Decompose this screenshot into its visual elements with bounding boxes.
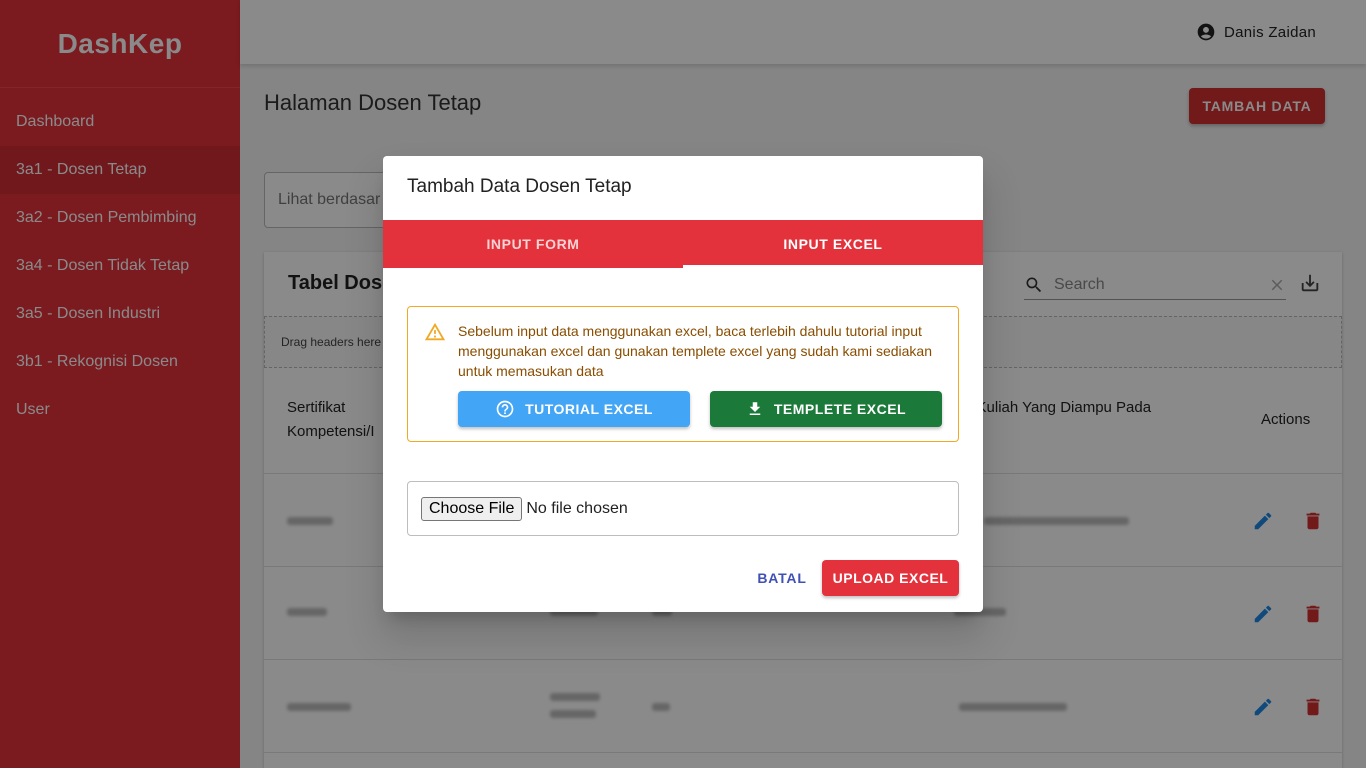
tutorial-excel-button[interactable]: TUTORIAL EXCEL [458, 391, 690, 427]
dialog-tabs: INPUT FORM INPUT EXCEL [383, 220, 983, 268]
tab-input-excel[interactable]: INPUT EXCEL [683, 220, 983, 268]
upload-excel-button[interactable]: UPLOAD EXCEL [822, 560, 959, 596]
template-excel-label: TEMPLETE EXCEL [773, 401, 907, 417]
file-input[interactable]: Choose File No file chosen [407, 481, 959, 536]
tab-input-form[interactable]: INPUT FORM [383, 220, 683, 268]
tutorial-excel-label: TUTORIAL EXCEL [525, 401, 653, 417]
download-icon [749, 402, 761, 415]
excel-warning-alert: Sebelum input data menggunakan excel, ba… [407, 306, 959, 442]
template-excel-button[interactable]: TEMPLETE EXCEL [710, 391, 942, 427]
help-circle-icon [496, 400, 514, 418]
alert-message: Sebelum input data menggunakan excel, ba… [458, 323, 932, 379]
warning-icon [424, 322, 446, 341]
add-dosen-dialog: Tambah Data Dosen Tetap INPUT FORM INPUT… [383, 156, 983, 612]
cancel-button[interactable]: BATAL [749, 560, 815, 596]
file-status: No file chosen [526, 499, 628, 517]
choose-file-button[interactable]: Choose File [421, 496, 523, 521]
dialog-title: Tambah Data Dosen Tetap [407, 176, 632, 197]
